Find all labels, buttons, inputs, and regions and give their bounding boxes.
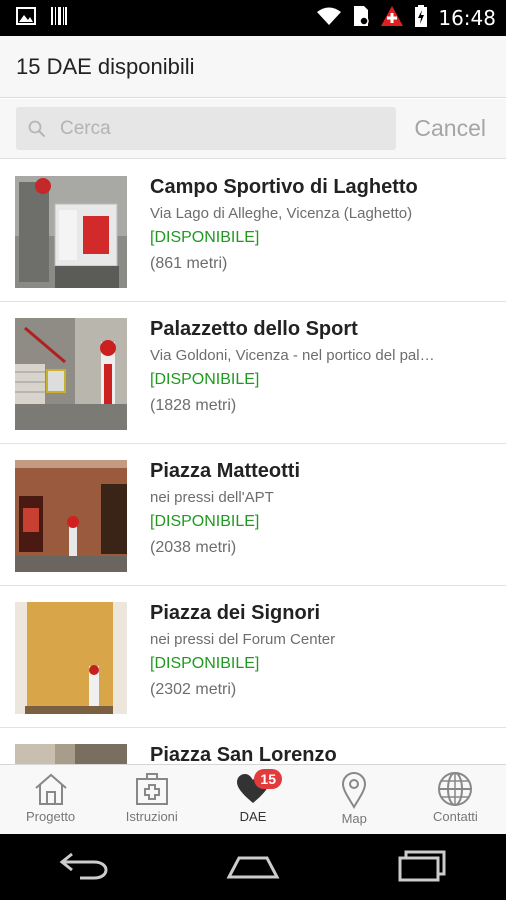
item-address: nei pressi dell'APT	[150, 489, 274, 506]
status-bar: 16:48	[0, 0, 506, 36]
search-bar: Cancel	[0, 99, 506, 159]
image-icon	[16, 6, 36, 30]
item-name: Piazza San Lorenzo	[150, 744, 337, 764]
item-distance: (1828 metri)	[150, 397, 237, 414]
home-nav-icon[interactable]	[226, 850, 280, 885]
tab-map[interactable]: Map	[304, 765, 405, 834]
list-item[interactable]: Piazza San Lorenzo	[0, 728, 506, 764]
tab-istruzioni[interactable]: Istruzioni	[101, 765, 202, 834]
list-item[interactable]: Palazzetto dello Sport Via Goldoni, Vice…	[0, 302, 506, 444]
dae-list[interactable]: Campo Sportivo di Laghetto Via Lago di A…	[0, 160, 506, 764]
item-address: nei pressi del Forum Center	[150, 631, 336, 648]
tab-label: Contatti	[433, 809, 478, 824]
item-name: Palazzetto dello Sport	[150, 318, 358, 340]
back-icon[interactable]	[58, 850, 110, 885]
tab-label: Map	[341, 811, 367, 826]
dae-count-badge: 15	[254, 769, 282, 789]
cancel-button[interactable]: Cancel	[414, 115, 486, 142]
barcode-icon	[50, 6, 68, 31]
battery-icon	[414, 4, 428, 32]
item-photo	[15, 602, 127, 714]
list-item[interactable]: Piazza Matteotti nei pressi dell'APT [DI…	[0, 444, 506, 586]
item-status: [DISPONIBILE]	[150, 229, 260, 246]
item-photo	[15, 318, 127, 430]
globe-icon	[438, 772, 473, 806]
item-status: [DISPONIBILE]	[150, 513, 260, 530]
map-pin-icon	[342, 771, 367, 809]
search-icon	[28, 120, 46, 137]
sim-icon	[352, 5, 370, 32]
tab-dae[interactable]: 15 DAE	[202, 765, 303, 834]
system-nav-bar	[0, 834, 506, 900]
item-name: Piazza dei Signori	[150, 602, 321, 624]
item-status: [DISPONIBILE]	[150, 655, 260, 672]
item-photo	[15, 744, 127, 764]
item-distance: (861 metri)	[150, 255, 228, 272]
first-aid-icon	[380, 5, 404, 32]
item-distance: (2302 metri)	[150, 681, 237, 698]
item-status: [DISPONIBILE]	[150, 371, 260, 388]
item-photo	[15, 460, 127, 572]
item-photo	[15, 176, 127, 288]
item-distance: (2038 metri)	[150, 539, 237, 556]
item-name: Campo Sportivo di Laghetto	[150, 176, 418, 198]
header: 15 DAE disponibili	[0, 36, 506, 98]
clock: 16:48	[438, 6, 496, 30]
search-box[interactable]	[16, 107, 396, 150]
item-address: Via Lago di Alleghe, Vicenza (Laghetto)	[150, 205, 413, 222]
first-aid-kit-icon	[135, 773, 168, 805]
item-name: Piazza Matteotti	[150, 460, 301, 482]
tab-label: DAE	[239, 809, 267, 824]
list-item[interactable]: Piazza dei Signori nei pressi del Forum …	[0, 586, 506, 728]
tab-contatti[interactable]: Contatti	[405, 765, 506, 834]
tab-progetto[interactable]: Progetto	[0, 765, 101, 834]
home-icon	[34, 773, 67, 805]
tab-label: Progetto	[26, 809, 76, 824]
list-item[interactable]: Campo Sportivo di Laghetto Via Lago di A…	[0, 160, 506, 302]
search-input[interactable]	[60, 117, 360, 140]
bottom-tab-bar: Progetto Istruzioni 15 DAE Map Contatti	[0, 764, 506, 834]
page-title: 15 DAE disponibili	[16, 53, 195, 79]
item-address: Via Goldoni, Vicenza - nel portico del p…	[150, 347, 442, 364]
tab-label: Istruzioni	[125, 809, 178, 824]
recents-icon[interactable]	[396, 848, 448, 887]
wifi-icon	[316, 6, 342, 31]
